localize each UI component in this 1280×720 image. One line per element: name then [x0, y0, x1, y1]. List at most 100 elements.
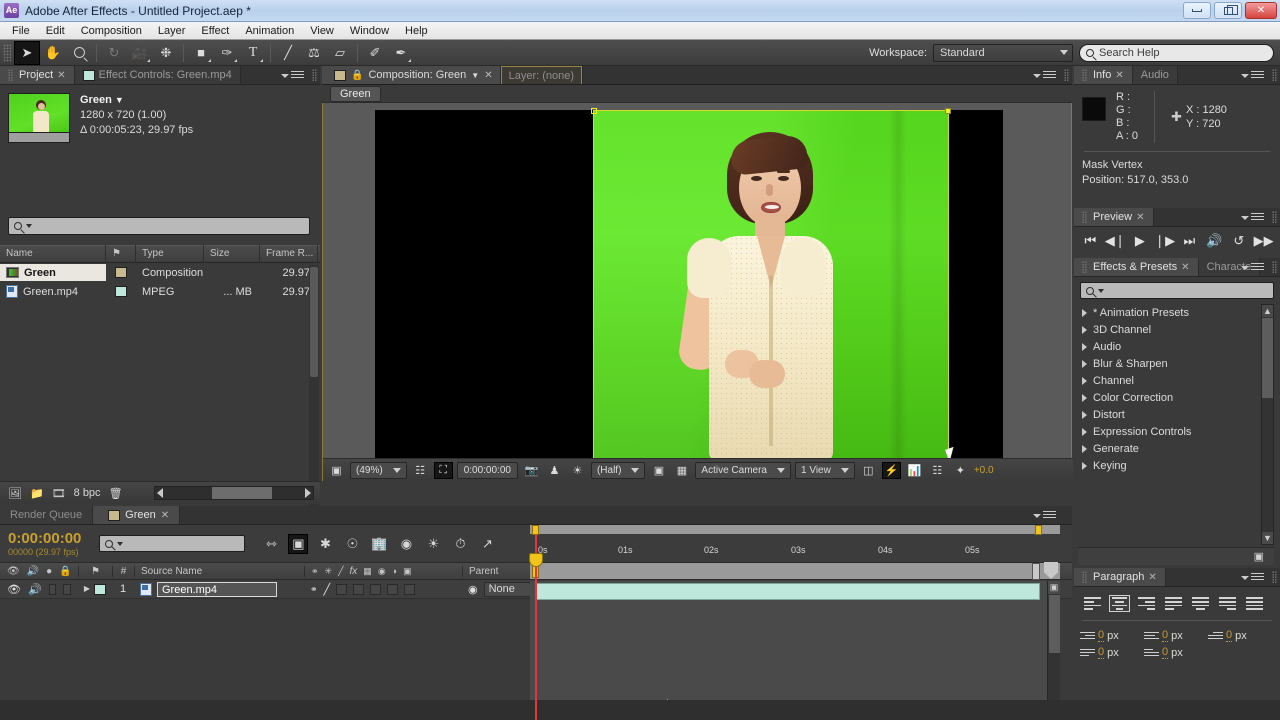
panel-grip[interactable] [1272, 69, 1277, 82]
close-icon[interactable]: ✕ [161, 510, 169, 521]
space-before-field[interactable]: 0 px [1080, 646, 1144, 659]
work-area-end-handle[interactable] [1035, 525, 1042, 535]
effects-switch-icon[interactable]: fx [350, 566, 358, 577]
hand-tool-icon[interactable]: ✋ [40, 41, 66, 65]
disclosure-triangle-icon[interactable] [1082, 428, 1087, 436]
current-time-field[interactable]: 0:00:00:00 [457, 462, 518, 479]
solo-toggle[interactable] [49, 584, 57, 595]
info-panel-menu[interactable] [1241, 69, 1264, 83]
disclosure-triangle-icon[interactable] [1082, 411, 1087, 419]
indent-first-line-field[interactable]: 0 px [1208, 629, 1272, 642]
menu-window[interactable]: Window [342, 23, 397, 39]
menu-animation[interactable]: Animation [237, 23, 302, 39]
channel-rgb-icon[interactable]: ☀ [568, 462, 587, 479]
space-before-value[interactable]: 0 [1098, 646, 1104, 659]
disclosure-triangle-icon[interactable] [1082, 445, 1087, 453]
list-item[interactable]: Expression Controls [1078, 423, 1264, 440]
view-layout-select[interactable]: 1 View [795, 462, 855, 479]
next-frame-button[interactable]: ❘▶ [1155, 231, 1175, 251]
tab-effect-controls[interactable]: Effect Controls: Green.mp4 [75, 66, 241, 84]
scrollbar-thumb[interactable] [212, 487, 272, 499]
scrollbar-thumb[interactable] [1262, 318, 1273, 398]
lock-toggle[interactable] [63, 584, 71, 595]
chevron-down-icon[interactable]: ▼ [471, 71, 479, 80]
previous-frame-button[interactable]: ◀❘ [1105, 231, 1125, 251]
audio-toggle-button[interactable]: 🔊 [1204, 231, 1224, 251]
panel-grip[interactable] [1272, 571, 1277, 584]
align-right-button[interactable] [1136, 595, 1157, 612]
justify-last-right-button[interactable] [1217, 595, 1238, 612]
frame-blending-icon[interactable]: 🏢 [369, 534, 389, 554]
lock-icon[interactable]: 🔒 [351, 70, 363, 81]
roto-brush-tool-icon[interactable]: ✐ [362, 41, 388, 65]
motion-blur-icon[interactable]: ☉ [342, 534, 362, 554]
work-area-start-handle[interactable] [532, 525, 539, 535]
adjustment-switch-icon[interactable]: ◑ [392, 566, 397, 576]
disclosure-triangle-icon[interactable] [1082, 377, 1087, 385]
shy-toggle[interactable]: ⚭ [310, 584, 318, 595]
column-label-tag[interactable]: ⚑ [78, 566, 112, 577]
quality-switch-icon[interactable]: ╱ [338, 566, 343, 577]
list-item[interactable]: Keying [1078, 457, 1264, 474]
minimize-button[interactable] [1183, 2, 1211, 19]
close-icon[interactable]: ✕ [484, 70, 492, 81]
tab-paragraph[interactable]: Paragraph ✕ [1074, 568, 1166, 586]
menu-effect[interactable]: Effect [193, 23, 237, 39]
close-icon[interactable]: ✕ [1136, 212, 1144, 223]
shape-tool-icon[interactable]: ■ [188, 41, 214, 65]
cti-handle-icon[interactable] [529, 553, 543, 567]
brush-tool-icon[interactable]: ╱ [275, 41, 301, 65]
menu-help[interactable]: Help [397, 23, 436, 39]
tab-info[interactable]: Info ✕ [1074, 66, 1133, 84]
close-icon[interactable]: ✕ [1148, 572, 1156, 583]
menu-file[interactable]: File [4, 23, 38, 39]
column-framerate[interactable]: Frame R... [260, 245, 318, 263]
scroll-left-icon[interactable] [157, 488, 163, 498]
eye-icon[interactable]: 👁 [7, 583, 21, 596]
disclosure-triangle-icon[interactable] [1082, 309, 1087, 317]
selection-handle-tr[interactable] [945, 108, 951, 114]
new-animation-preset-icon[interactable]: ▣ [1254, 550, 1264, 563]
snapshot-camera-icon[interactable]: 📷 [522, 462, 541, 479]
rotation-tool-icon[interactable]: ↻ [101, 41, 127, 65]
label-color-swatch[interactable] [115, 267, 127, 278]
close-button[interactable]: ✕ [1245, 2, 1277, 19]
project-panel-menu[interactable] [281, 69, 304, 83]
toolbar-grip[interactable] [3, 44, 11, 62]
disclosure-triangle-icon[interactable] [1082, 394, 1087, 402]
list-item[interactable]: * Animation Presets [1078, 304, 1264, 321]
search-help-input[interactable]: Search Help [1079, 44, 1274, 62]
tab-audio[interactable]: Audio [1133, 66, 1178, 84]
resolution-select[interactable]: (Half) [591, 462, 645, 479]
preview-panel-menu[interactable] [1241, 211, 1264, 225]
list-item[interactable]: Generate [1078, 440, 1264, 457]
space-after-field[interactable]: 0 px [1144, 646, 1208, 659]
pan-behind-tool-icon[interactable]: ❉ [153, 41, 179, 65]
scroll-up-icon[interactable]: ▲ [1262, 305, 1273, 317]
comp-end-marker[interactable] [1044, 562, 1058, 579]
column-type[interactable]: Type [136, 245, 204, 263]
project-search-input[interactable] [8, 217, 310, 235]
reset-exposure-icon[interactable]: ✦ [951, 462, 970, 479]
pixel-aspect-correction-icon[interactable]: ◫ [859, 462, 878, 479]
workspace-select[interactable]: Standard [933, 44, 1073, 62]
panel-grip[interactable] [1272, 261, 1277, 274]
adjustment-toggle[interactable] [387, 584, 398, 595]
menu-edit[interactable]: Edit [38, 23, 73, 39]
align-center-button[interactable] [1109, 595, 1130, 612]
work-area-end-marker[interactable] [1032, 563, 1040, 580]
quality-toggle[interactable]: ╱ [324, 583, 331, 596]
current-time-indicator[interactable] [535, 535, 537, 720]
column-size[interactable]: Size [204, 245, 260, 263]
always-preview-icon[interactable]: ▣ [327, 462, 346, 479]
transparency-grid-icon[interactable]: ▦ [672, 462, 691, 479]
hide-shy-layers-icon[interactable]: ✱ [315, 534, 335, 554]
camera-view-select[interactable]: Active Camera [695, 462, 791, 479]
close-icon[interactable]: ✕ [1115, 70, 1123, 81]
timeline-link-icon[interactable]: 📊 [905, 462, 924, 479]
motion-blur-toggle[interactable] [370, 584, 381, 595]
region-of-interest-icon[interactable]: ⛶ [434, 462, 453, 479]
scrollbar-thumb[interactable] [1049, 595, 1060, 653]
shy-switch-icon[interactable]: ⚭ [311, 566, 319, 577]
list-item[interactable]: Audio [1078, 338, 1264, 355]
